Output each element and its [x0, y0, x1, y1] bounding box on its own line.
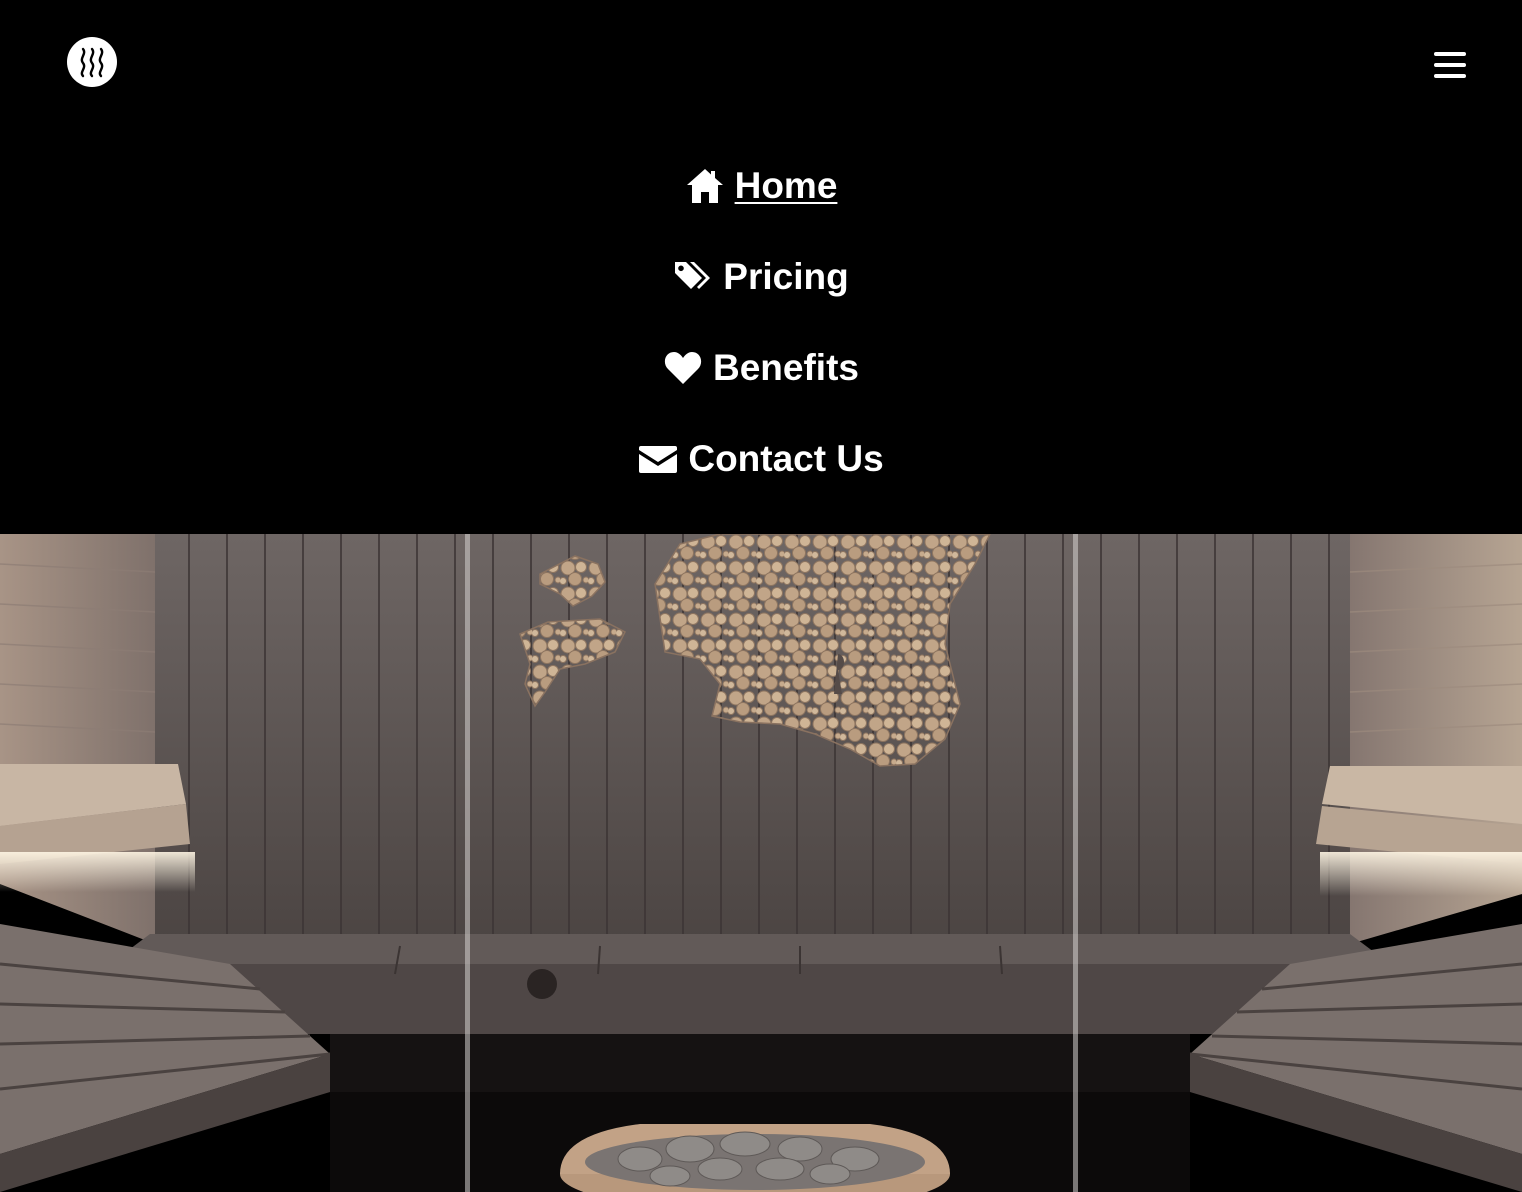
home-icon	[686, 168, 723, 203]
nav-item-contact: Contact Us	[0, 413, 1522, 504]
nav-link-home[interactable]: Home	[685, 164, 838, 207]
hero-image-sauna	[0, 534, 1522, 1192]
nav-label-pricing: Pricing	[723, 255, 849, 297]
hamburger-menu-icon[interactable]	[1432, 50, 1468, 82]
nav-label-contact: Contact Us	[688, 437, 884, 479]
envelope-icon	[639, 445, 678, 473]
nav-link-benefits[interactable]: Benefits	[663, 347, 859, 389]
nav-label-home: Home	[734, 164, 838, 206]
page: Home Pricing Benefits Contact Us	[0, 0, 1522, 1192]
hamburger-line	[1434, 63, 1466, 67]
nav-link-pricing[interactable]: Pricing	[673, 255, 849, 298]
nav-item-home: Home	[0, 140, 1522, 231]
nav-label-benefits: Benefits	[713, 346, 859, 388]
sauna-interior-photo	[0, 534, 1522, 1192]
steam-icon	[80, 47, 104, 78]
hamburger-line	[1434, 52, 1466, 56]
main-nav: Home Pricing Benefits Contact Us	[0, 140, 1522, 504]
hamburger-line	[1434, 74, 1466, 78]
site-header: Home Pricing Benefits Contact Us	[0, 0, 1522, 534]
tags-icon	[675, 261, 711, 289]
nav-item-pricing: Pricing	[0, 231, 1522, 322]
nav-link-contact[interactable]: Contact Us	[638, 437, 884, 480]
logo[interactable]	[67, 37, 117, 87]
heart-icon	[664, 351, 702, 384]
nav-item-benefits: Benefits	[0, 322, 1522, 413]
